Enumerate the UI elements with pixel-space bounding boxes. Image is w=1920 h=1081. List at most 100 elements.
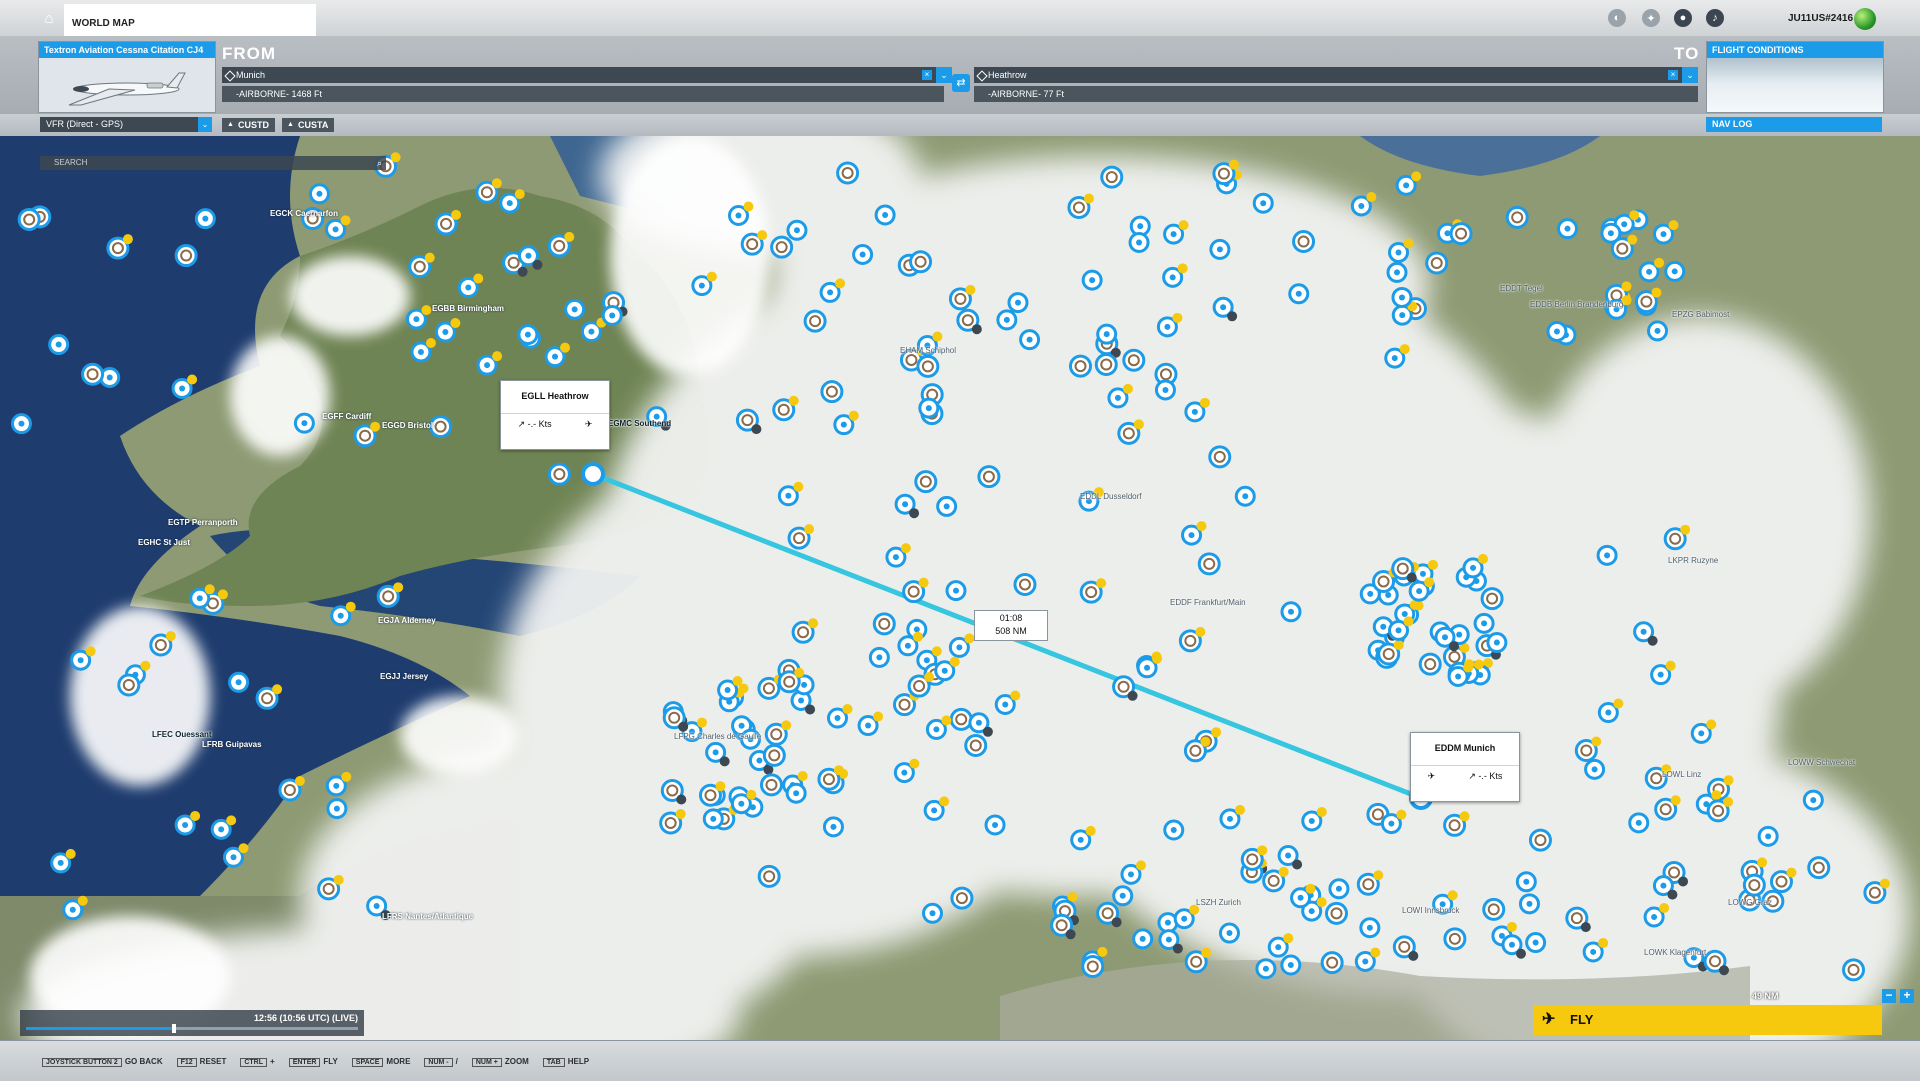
map-label[interactable]: LOWI Innsbruck [1402, 906, 1459, 915]
airport-marker-icon[interactable] [1096, 323, 1118, 345]
activity-icon[interactable]: ◐ [1608, 9, 1626, 27]
airport-marker-icon[interactable] [1650, 660, 1676, 686]
airport-marker-icon[interactable] [1301, 806, 1327, 832]
map-label[interactable]: EGFF Cardiff [322, 412, 371, 421]
airport-marker-icon[interactable] [547, 462, 571, 486]
airport-marker-icon[interactable] [1154, 379, 1176, 401]
airport-marker-icon[interactable] [1359, 917, 1381, 939]
airport-marker-icon[interactable] [1443, 927, 1467, 951]
map-label[interactable]: LFRS Nantes/Atlantique [382, 912, 473, 921]
airport-marker-icon[interactable] [1122, 348, 1146, 372]
map-label[interactable]: LOWG Graz [1728, 898, 1772, 907]
airport-marker-icon[interactable] [1528, 828, 1552, 852]
airport-marker-icon[interactable] [759, 773, 783, 797]
airport-marker-icon[interactable] [777, 481, 804, 507]
destination-field[interactable]: Heathrow × ⌄ [974, 67, 1698, 83]
airport-marker-icon[interactable] [950, 886, 974, 910]
airport-marker-icon[interactable] [822, 816, 844, 838]
airport-marker-icon[interactable] [293, 412, 315, 434]
map-label[interactable]: LOWL Linz [1662, 770, 1701, 779]
airport-marker-icon[interactable] [1634, 287, 1662, 314]
airport-marker-icon[interactable] [1628, 812, 1650, 834]
airport-marker-icon[interactable] [429, 415, 453, 439]
airport-marker-icon[interactable] [62, 895, 88, 921]
airport-marker-icon[interactable] [1443, 811, 1470, 837]
map-label[interactable]: EDDT Tegel [1500, 284, 1543, 293]
home-button[interactable]: ⌂ [36, 6, 62, 30]
airport-marker-icon[interactable] [1546, 320, 1568, 342]
time-slider-handle[interactable] [172, 1024, 177, 1033]
airport-marker-icon[interactable] [1277, 845, 1303, 870]
airport-marker-icon[interactable] [1128, 231, 1150, 253]
airport-marker-icon[interactable] [994, 690, 1021, 715]
airport-marker-icon[interactable] [916, 354, 940, 378]
airport-marker-icon[interactable] [922, 902, 944, 924]
airport-marker-icon[interactable] [1178, 626, 1206, 653]
airport-marker-icon[interactable] [791, 618, 819, 644]
airport-marker-icon[interactable] [764, 720, 792, 746]
airport-marker-icon[interactable] [1209, 238, 1231, 260]
map-label[interactable]: LOWW Schwechat [1788, 758, 1855, 767]
airport-marker-icon[interactable] [1384, 344, 1410, 369]
route-info-box[interactable]: 01:08 508 NM [974, 610, 1048, 641]
airport-marker-icon[interactable] [787, 524, 815, 550]
airport-marker-icon[interactable] [1208, 445, 1232, 469]
map-label[interactable]: LOWK Klagenfurt [1644, 948, 1706, 957]
airport-marker-icon[interactable] [956, 308, 982, 335]
airport-marker-icon[interactable] [1081, 269, 1103, 291]
airport-marker-icon[interactable] [968, 712, 993, 737]
airport-marker-icon[interactable] [17, 208, 41, 232]
airport-marker-icon[interactable] [885, 543, 911, 568]
airport-marker-icon[interactable] [228, 671, 250, 693]
airport-marker-icon[interactable] [325, 771, 352, 797]
airport-marker-icon[interactable] [1596, 544, 1618, 566]
airport-marker-icon[interactable] [1212, 296, 1238, 322]
airport-marker-icon[interactable] [1653, 220, 1679, 245]
airport-marker-icon[interactable] [1501, 934, 1526, 959]
departure-dropdown-icon[interactable]: ⌄ [936, 67, 952, 83]
airport-marker-icon[interactable] [475, 178, 502, 204]
airport-marker-icon[interactable] [1081, 955, 1105, 979]
hint-go-back[interactable]: JOYSTICK BUTTON 2 GO BACK [42, 1057, 163, 1067]
airport-marker-icon[interactable] [740, 230, 768, 256]
fly-button[interactable]: ✈ FLY [1534, 1005, 1882, 1035]
airport-marker-icon[interactable] [434, 209, 462, 236]
airport-marker-icon[interactable] [1391, 286, 1413, 308]
airport-marker-icon[interactable] [1449, 222, 1473, 246]
airport-marker-icon[interactable] [1158, 929, 1183, 954]
airport-marker-icon[interactable] [1664, 260, 1686, 282]
clear-departure-icon[interactable]: × [922, 70, 932, 80]
airport-marker-icon[interactable] [223, 843, 249, 868]
airport-marker-icon[interactable] [1112, 885, 1134, 907]
airport-marker-icon[interactable] [1262, 866, 1289, 893]
airport-marker-icon[interactable] [1070, 825, 1096, 851]
airport-marker-icon[interactable] [117, 673, 141, 697]
airport-marker-icon[interactable] [564, 298, 586, 320]
map-label[interactable]: EPZG Babimost [1672, 310, 1729, 319]
airport-marker-icon[interactable] [1117, 419, 1144, 445]
airport-marker-icon[interactable] [934, 656, 960, 682]
airport-marker-icon[interactable] [1096, 901, 1122, 928]
airport-marker-icon[interactable] [1324, 901, 1348, 925]
airport-marker-icon[interactable] [727, 201, 754, 227]
airport-marker-icon[interactable] [1280, 954, 1302, 976]
airport-marker-icon[interactable] [410, 337, 436, 363]
hint-zoom-out[interactable]: NUM - / [424, 1057, 458, 1067]
airport-marker-icon[interactable] [547, 231, 575, 258]
map-label[interactable]: EGBB Birmingham [432, 304, 504, 313]
map-label[interactable]: LFEC Ouessant [152, 730, 212, 739]
airport-marker-icon[interactable] [872, 612, 896, 636]
map-label[interactable]: EGHC St Just [138, 538, 190, 547]
airport-marker-icon[interactable] [174, 244, 198, 268]
airport-marker-icon[interactable] [1156, 312, 1183, 338]
airport-marker-icon[interactable] [601, 304, 623, 326]
airport-marker-icon[interactable] [50, 848, 76, 874]
airport-marker-icon[interactable] [662, 706, 689, 732]
airport-marker-icon[interactable] [1742, 873, 1766, 897]
airport-marker-icon[interactable] [580, 317, 607, 343]
airport-marker-icon[interactable] [786, 219, 808, 241]
map-label[interactable]: EHAM Schiphol [900, 346, 956, 355]
flight-conditions[interactable]: FLIGHT CONDITIONS [1706, 41, 1884, 113]
airport-marker-icon[interactable] [1842, 958, 1866, 982]
airport-marker-icon[interactable] [977, 465, 1001, 489]
